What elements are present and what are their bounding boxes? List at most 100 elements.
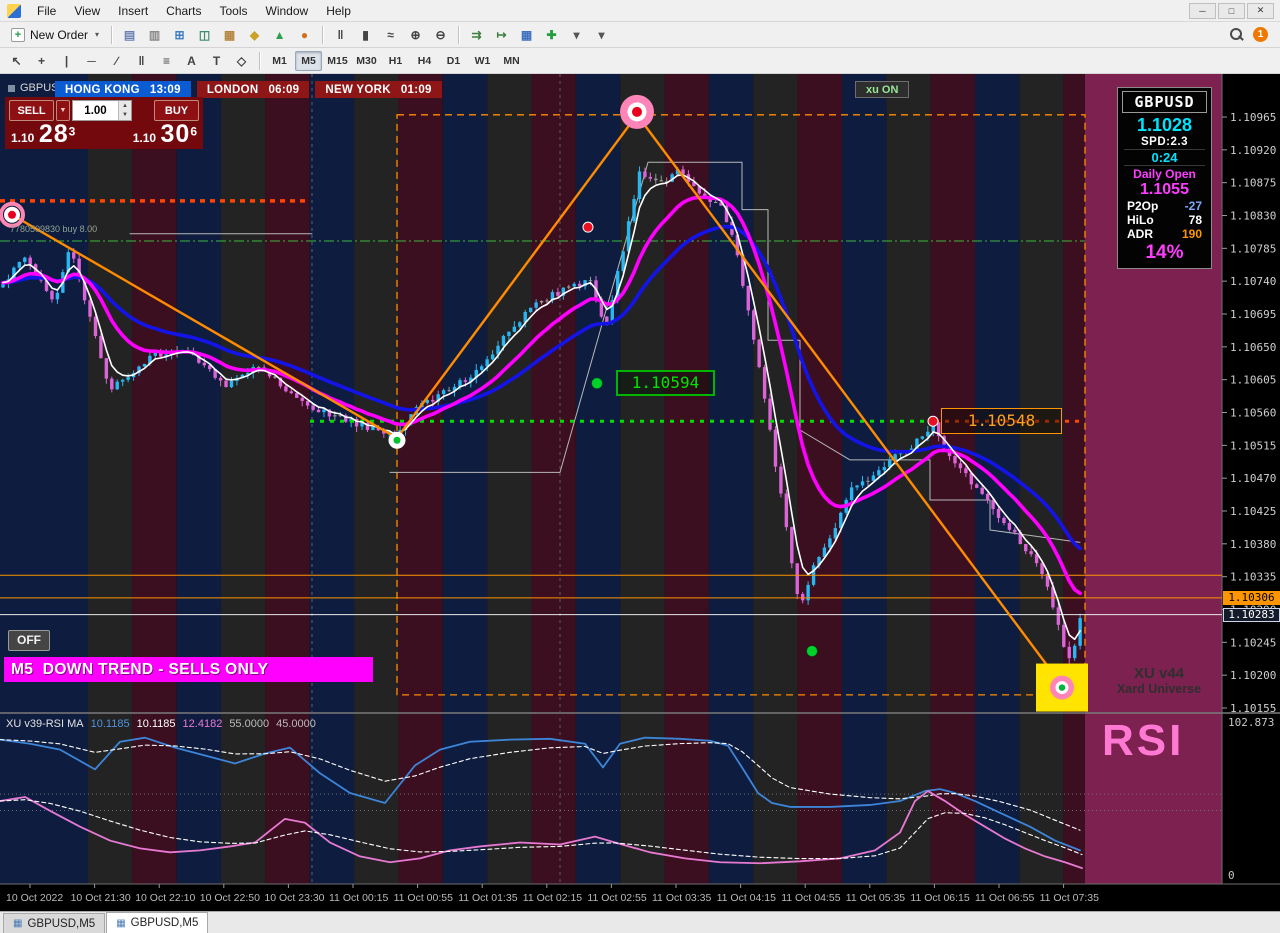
svg-text:1.10560: 1.10560 <box>1230 406 1276 419</box>
open-order-label: 7780509830 buy 8.00 <box>10 224 98 234</box>
svg-text:1.10425: 1.10425 <box>1230 505 1276 518</box>
xu-on-button[interactable]: xu ON <box>855 81 910 98</box>
svg-text:10 Oct 2022: 10 Oct 2022 <box>6 892 63 904</box>
crosshair-tool[interactable]: + <box>30 50 53 71</box>
bar-chart-icon[interactable]: ‖ <box>329 24 352 45</box>
info-stat-row: P2Op -27 <box>1127 199 1202 213</box>
tile-windows-icon[interactable]: ▦ <box>515 24 538 45</box>
chart-shift-icon[interactable]: ↦ <box>490 24 513 45</box>
new-order-icon: + <box>11 27 25 42</box>
fibonacci-tool[interactable]: ≡ <box>155 50 178 71</box>
paint-bucket-icon[interactable]: ◆ <box>243 24 266 45</box>
market-watch-icon[interactable]: ⊞ <box>168 24 191 45</box>
data-window-icon[interactable]: ◫ <box>193 24 216 45</box>
menu-items: File View Insert Charts Tools Window Help <box>28 1 360 21</box>
navigator-icon[interactable]: ▦ <box>218 24 241 45</box>
timeframe-buttons: M1 M5 M15 M30 H1 H4 D1 W1 MN <box>265 50 526 71</box>
tf-m30[interactable]: M30 <box>353 51 380 71</box>
tf-h1[interactable]: H1 <box>382 51 409 71</box>
svg-text:1.10695: 1.10695 <box>1230 308 1276 321</box>
svg-text:1.10875: 1.10875 <box>1230 177 1276 190</box>
menu-tools[interactable]: Tools <box>211 1 257 21</box>
chart-tab-1[interactable]: ▦ GBPUSD,M5 <box>3 913 106 933</box>
save-icon[interactable]: ▤ <box>118 24 141 45</box>
tf-m1[interactable]: M1 <box>266 51 293 71</box>
svg-text:1.10830: 1.10830 <box>1230 209 1276 222</box>
svg-text:10 Oct 22:50: 10 Oct 22:50 <box>200 892 260 904</box>
menu-window[interactable]: Window <box>257 1 318 21</box>
zoom-in-icon[interactable]: ⊕ <box>404 24 427 45</box>
menu-help[interactable]: Help <box>317 1 360 21</box>
search-icon[interactable] <box>1229 27 1244 42</box>
indicators-caret-icon[interactable]: ▾ <box>565 24 588 45</box>
svg-text:11 Oct 01:35: 11 Oct 01:35 <box>458 892 518 904</box>
toolbar-group-misc: ⇉ ↦ ▦ ✚ ▾ ▾ <box>464 24 614 45</box>
volume-spinner[interactable]: ▲ ▼ <box>118 101 131 120</box>
new-order-button[interactable]: + New Order ▾ <box>4 24 106 45</box>
session-newyork: NEW YORK 01:09 <box>315 81 442 98</box>
toolbar-separator <box>458 25 460 44</box>
svg-text:1.10965: 1.10965 <box>1230 111 1276 124</box>
bid-price-badge: 1.10306 <box>1223 591 1280 605</box>
spinner-up-icon: ▲ <box>119 101 131 111</box>
svg-text:1.10245: 1.10245 <box>1230 636 1276 649</box>
label-tool[interactable]: T <box>205 50 228 71</box>
price-tag-green: 1.10594 <box>616 370 715 396</box>
new-order-caret-icon[interactable]: ▾ <box>95 30 99 39</box>
auto-scroll-icon[interactable]: ⇉ <box>465 24 488 45</box>
shapes-tool[interactable]: ◇ <box>230 50 253 71</box>
zoom-out-icon[interactable]: ⊖ <box>429 24 452 45</box>
cursor-tool[interactable]: ↖ <box>5 50 28 71</box>
svg-text:1.10470: 1.10470 <box>1230 472 1276 485</box>
menu-charts[interactable]: Charts <box>157 1 210 21</box>
tf-w1[interactable]: W1 <box>469 51 496 71</box>
info-symbol: GBPUSD <box>1122 91 1207 113</box>
channel-tool[interactable]: ‖ <box>130 50 153 71</box>
tf-mn[interactable]: MN <box>498 51 525 71</box>
session-clock-bar: HONG KONG 13:09 LONDON 06:09 NEW YORK 01:09 <box>55 81 442 98</box>
menu-view[interactable]: View <box>65 1 109 21</box>
line-chart-icon[interactable]: ≈ <box>379 24 402 45</box>
new-chart-icon[interactable]: ▲ <box>268 24 291 45</box>
timeframes-caret-icon[interactable]: ▾ <box>590 24 613 45</box>
chart-tab-2[interactable]: ▦ GBPUSD,M5 <box>106 912 209 933</box>
trendline-tool[interactable]: ∕ <box>105 50 128 71</box>
info-spread: SPD:2.3 <box>1141 136 1188 148</box>
toolbar-drawing: ↖ + | ─ ∕ ‖ ≡ A T ◇ M1 M5 M15 M30 H1 H4 D1 W1 MN <box>0 48 1280 74</box>
tf-h4[interactable]: H4 <box>411 51 438 71</box>
toolbar-right-cluster: 1 <box>1229 27 1276 42</box>
svg-text:1.10335: 1.10335 <box>1230 571 1276 584</box>
tf-m5[interactable]: M5 <box>295 50 322 71</box>
horizontal-line-tool[interactable]: ─ <box>80 50 103 71</box>
buy-button[interactable]: BUY <box>154 100 199 121</box>
sell-button[interactable]: SELL <box>9 100 54 121</box>
sell-caret-icon[interactable]: ▼ <box>56 100 70 121</box>
price-tag-orange: 1.10548 <box>941 408 1062 434</box>
expert-advisor-icon[interactable]: ● <box>293 24 316 45</box>
svg-text:1.10785: 1.10785 <box>1230 242 1276 255</box>
text-tool[interactable]: A <box>180 50 203 71</box>
menu-file[interactable]: File <box>28 1 65 21</box>
chart-canvas[interactable]: 1.10965 1.10920 1.10875 1.10830 1.10785 1.107… <box>0 74 1280 911</box>
toolbar-separator <box>259 51 260 70</box>
vertical-line-tool[interactable]: | <box>55 50 78 71</box>
svg-text:10 Oct 23:30: 10 Oct 23:30 <box>264 892 324 904</box>
tf-m15[interactable]: M15 <box>324 51 351 71</box>
profiles-icon[interactable]: ▥ <box>143 24 166 45</box>
menu-insert[interactable]: Insert <box>109 1 157 21</box>
trend-banner: M5 DOWN TREND - SELLS ONLY <box>4 657 373 682</box>
restore-button[interactable]: □ <box>1218 2 1245 19</box>
off-button[interactable]: OFF <box>8 630 50 651</box>
volume-value[interactable]: 1.00 <box>73 101 118 120</box>
svg-text:1.10515: 1.10515 <box>1230 439 1276 452</box>
svg-text:11 Oct 06:15: 11 Oct 06:15 <box>910 892 970 904</box>
svg-text:11 Oct 00:15: 11 Oct 00:15 <box>329 892 389 904</box>
volume-input[interactable]: 1.00 ▲ ▼ <box>72 100 132 121</box>
minimize-button[interactable]: ─ <box>1189 2 1216 19</box>
tf-d1[interactable]: D1 <box>440 51 467 71</box>
indicators-icon[interactable]: ✚ <box>540 24 563 45</box>
info-stat-rows: P2Op -27 HiLo 78 ADR 190 <box>1120 199 1209 241</box>
candlestick-chart-icon[interactable]: ▮ <box>354 24 377 45</box>
notification-badge[interactable]: 1 <box>1253 27 1268 42</box>
close-button[interactable]: ✕ <box>1247 2 1274 19</box>
